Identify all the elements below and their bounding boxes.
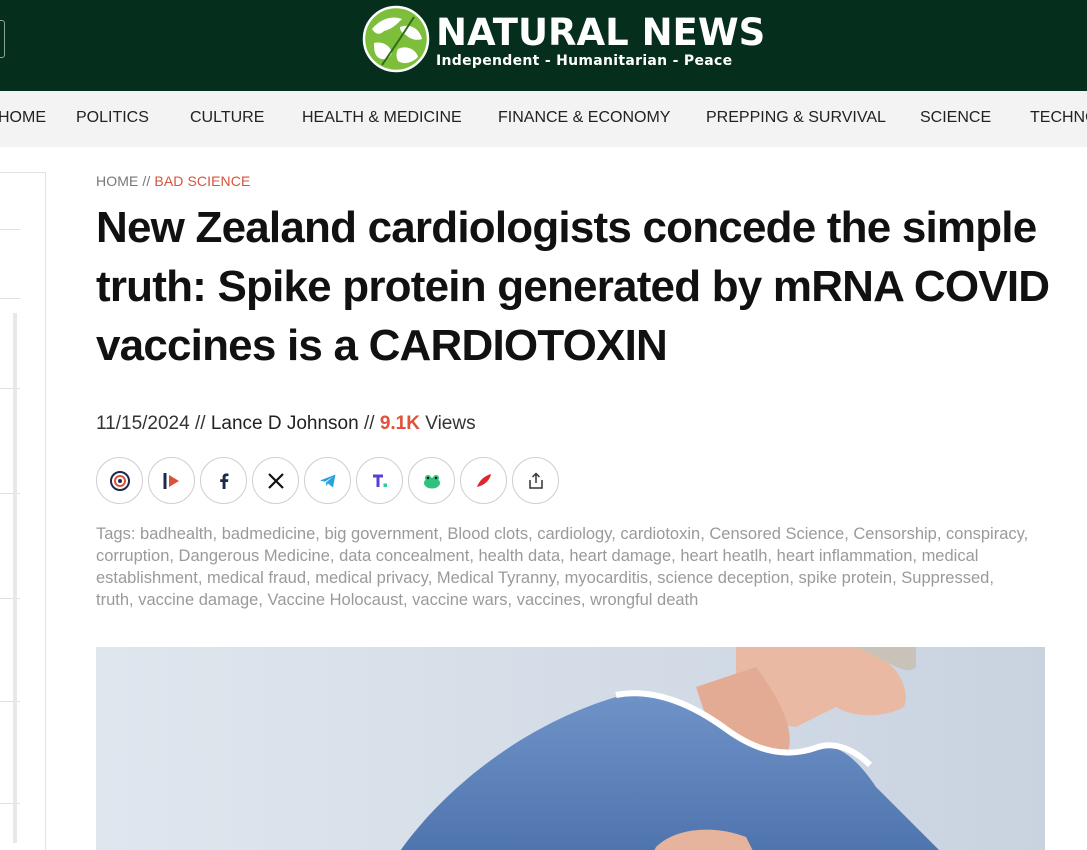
meta-separator: // — [194, 413, 206, 434]
tag-link[interactable]: science deception — [657, 569, 789, 587]
tag-link[interactable]: Suppressed — [901, 569, 989, 587]
gettr-share-button[interactable] — [460, 457, 507, 504]
brighteon-social-icon — [109, 470, 130, 491]
breadcrumb: HOME // BAD SCIENCE — [96, 173, 250, 189]
tag-link[interactable]: badhealth — [140, 525, 213, 543]
telegram-share-button[interactable] — [304, 457, 351, 504]
gab-frog-icon — [423, 474, 440, 488]
tag-link[interactable]: vaccine wars — [412, 591, 507, 609]
sidebar-divider — [0, 298, 20, 299]
tags-label: Tags: — [96, 525, 136, 543]
tag-link[interactable]: truth — [96, 591, 129, 609]
truth-social-share-button[interactable] — [356, 457, 403, 504]
tag-link[interactable]: Blood clots — [447, 525, 528, 543]
x-icon — [267, 472, 284, 489]
nav-item-politics[interactable]: POLITICS — [76, 109, 149, 127]
article-hero-image — [96, 647, 1045, 850]
article-date: 11/15/2024 — [96, 413, 190, 434]
site-tagline: Independent - Humanitarian - Peace — [436, 53, 733, 69]
gab-share-button[interactable] — [408, 457, 455, 504]
tag-link[interactable]: corruption — [96, 547, 169, 565]
brighteon-social-share-button[interactable] — [96, 457, 143, 504]
site-name: NATURAL NEWS — [436, 11, 766, 54]
facebook-share-button[interactable] — [200, 457, 247, 504]
tag-link[interactable]: Dangerous Medicine — [179, 547, 330, 565]
tag-link[interactable]: wrongful death — [590, 591, 698, 609]
article-meta: 11/15/2024 // Lance D Johnson // 9.1K Vi… — [96, 413, 476, 435]
tag-link[interactable]: Medical Tyranny — [437, 569, 556, 587]
more-share-button[interactable] — [512, 457, 559, 504]
tag-link[interactable]: heart heatlh — [680, 547, 767, 565]
tag-link[interactable]: vaccines — [517, 591, 581, 609]
tag-link[interactable]: Censored Science — [709, 525, 844, 543]
tag-link[interactable]: conspiracy — [946, 525, 1024, 543]
nav-item-science[interactable]: SCIENCE — [920, 109, 991, 127]
breadcrumb-home[interactable]: HOME — [96, 173, 138, 189]
breadcrumb-separator: // — [142, 173, 151, 189]
tag-link[interactable]: Vaccine Holocaust — [268, 591, 403, 609]
share-icon — [528, 471, 543, 489]
facebook-icon — [219, 473, 228, 489]
meta-separator: // — [363, 413, 375, 434]
gettr-icon — [476, 473, 491, 487]
tag-link[interactable]: cardiology — [537, 525, 611, 543]
sidebar-divider — [0, 598, 20, 599]
menu-toggle-button[interactable] — [0, 20, 5, 58]
tag-link[interactable]: medical fraud — [207, 569, 306, 587]
tag-link[interactable]: myocarditis — [565, 569, 648, 587]
nav-item-prepping-survival[interactable]: PREPPING & SURVIVAL — [706, 109, 886, 127]
article-title: New Zealand cardiologists concede the si… — [96, 203, 1050, 370]
nav-item-culture[interactable]: CULTURE — [190, 109, 264, 127]
sidebar-divider — [0, 229, 20, 230]
tag-link[interactable]: cardiotoxin — [620, 525, 700, 543]
tag-link[interactable]: heart damage — [569, 547, 671, 565]
sidebar-divider — [0, 493, 20, 494]
left-sidebar — [0, 172, 46, 850]
share-buttons — [96, 457, 564, 505]
tag-link[interactable]: badmedicine — [222, 525, 316, 543]
site-header: NATURAL NEWS Independent - Humanitarian … — [0, 0, 1087, 91]
tag-link[interactable]: health data — [479, 547, 561, 565]
nav-item-health-medicine[interactable]: HEALTH & MEDICINE — [302, 109, 462, 127]
sidebar-divider — [0, 701, 20, 702]
brighteon-video-share-button[interactable] — [148, 457, 195, 504]
telegram-icon — [319, 474, 335, 487]
truth-social-icon — [372, 474, 387, 487]
nav-item-home[interactable]: HOME — [0, 109, 46, 127]
brighteon-video-icon — [163, 472, 179, 489]
globe-leaf-icon — [362, 5, 430, 73]
tag-link[interactable]: medical privacy — [315, 569, 427, 587]
x-share-button[interactable] — [252, 457, 299, 504]
tag-link[interactable]: data concealment — [339, 547, 469, 565]
article-author[interactable]: Lance D Johnson — [211, 413, 359, 434]
breadcrumb-category[interactable]: BAD SCIENCE — [154, 173, 250, 189]
tag-link[interactable]: spike protein — [799, 569, 893, 587]
tag-link[interactable]: heart inflammation — [777, 547, 913, 565]
site-logo[interactable]: NATURAL NEWS Independent - Humanitarian … — [362, 5, 765, 77]
main-nav: HOME POLITICS CULTURE HEALTH & MEDICINE … — [0, 91, 1087, 147]
sidebar-divider — [0, 388, 20, 389]
article-tags: Tags: badhealth, badmedicine, big govern… — [96, 525, 1029, 609]
sidebar-scrollbar[interactable] — [13, 313, 17, 843]
tag-link[interactable]: Censorship — [853, 525, 936, 543]
views-label: Views — [425, 413, 476, 434]
nav-item-finance-economy[interactable]: FINANCE & ECONOMY — [498, 109, 670, 127]
nav-item-technology[interactable]: TECHNO — [1030, 109, 1087, 127]
tag-link[interactable]: vaccine damage — [138, 591, 258, 609]
views-count: 9.1K — [379, 413, 420, 434]
tag-link[interactable]: big government — [324, 525, 438, 543]
sidebar-divider — [0, 803, 20, 804]
woman-holding-chest-photo — [96, 647, 1045, 850]
